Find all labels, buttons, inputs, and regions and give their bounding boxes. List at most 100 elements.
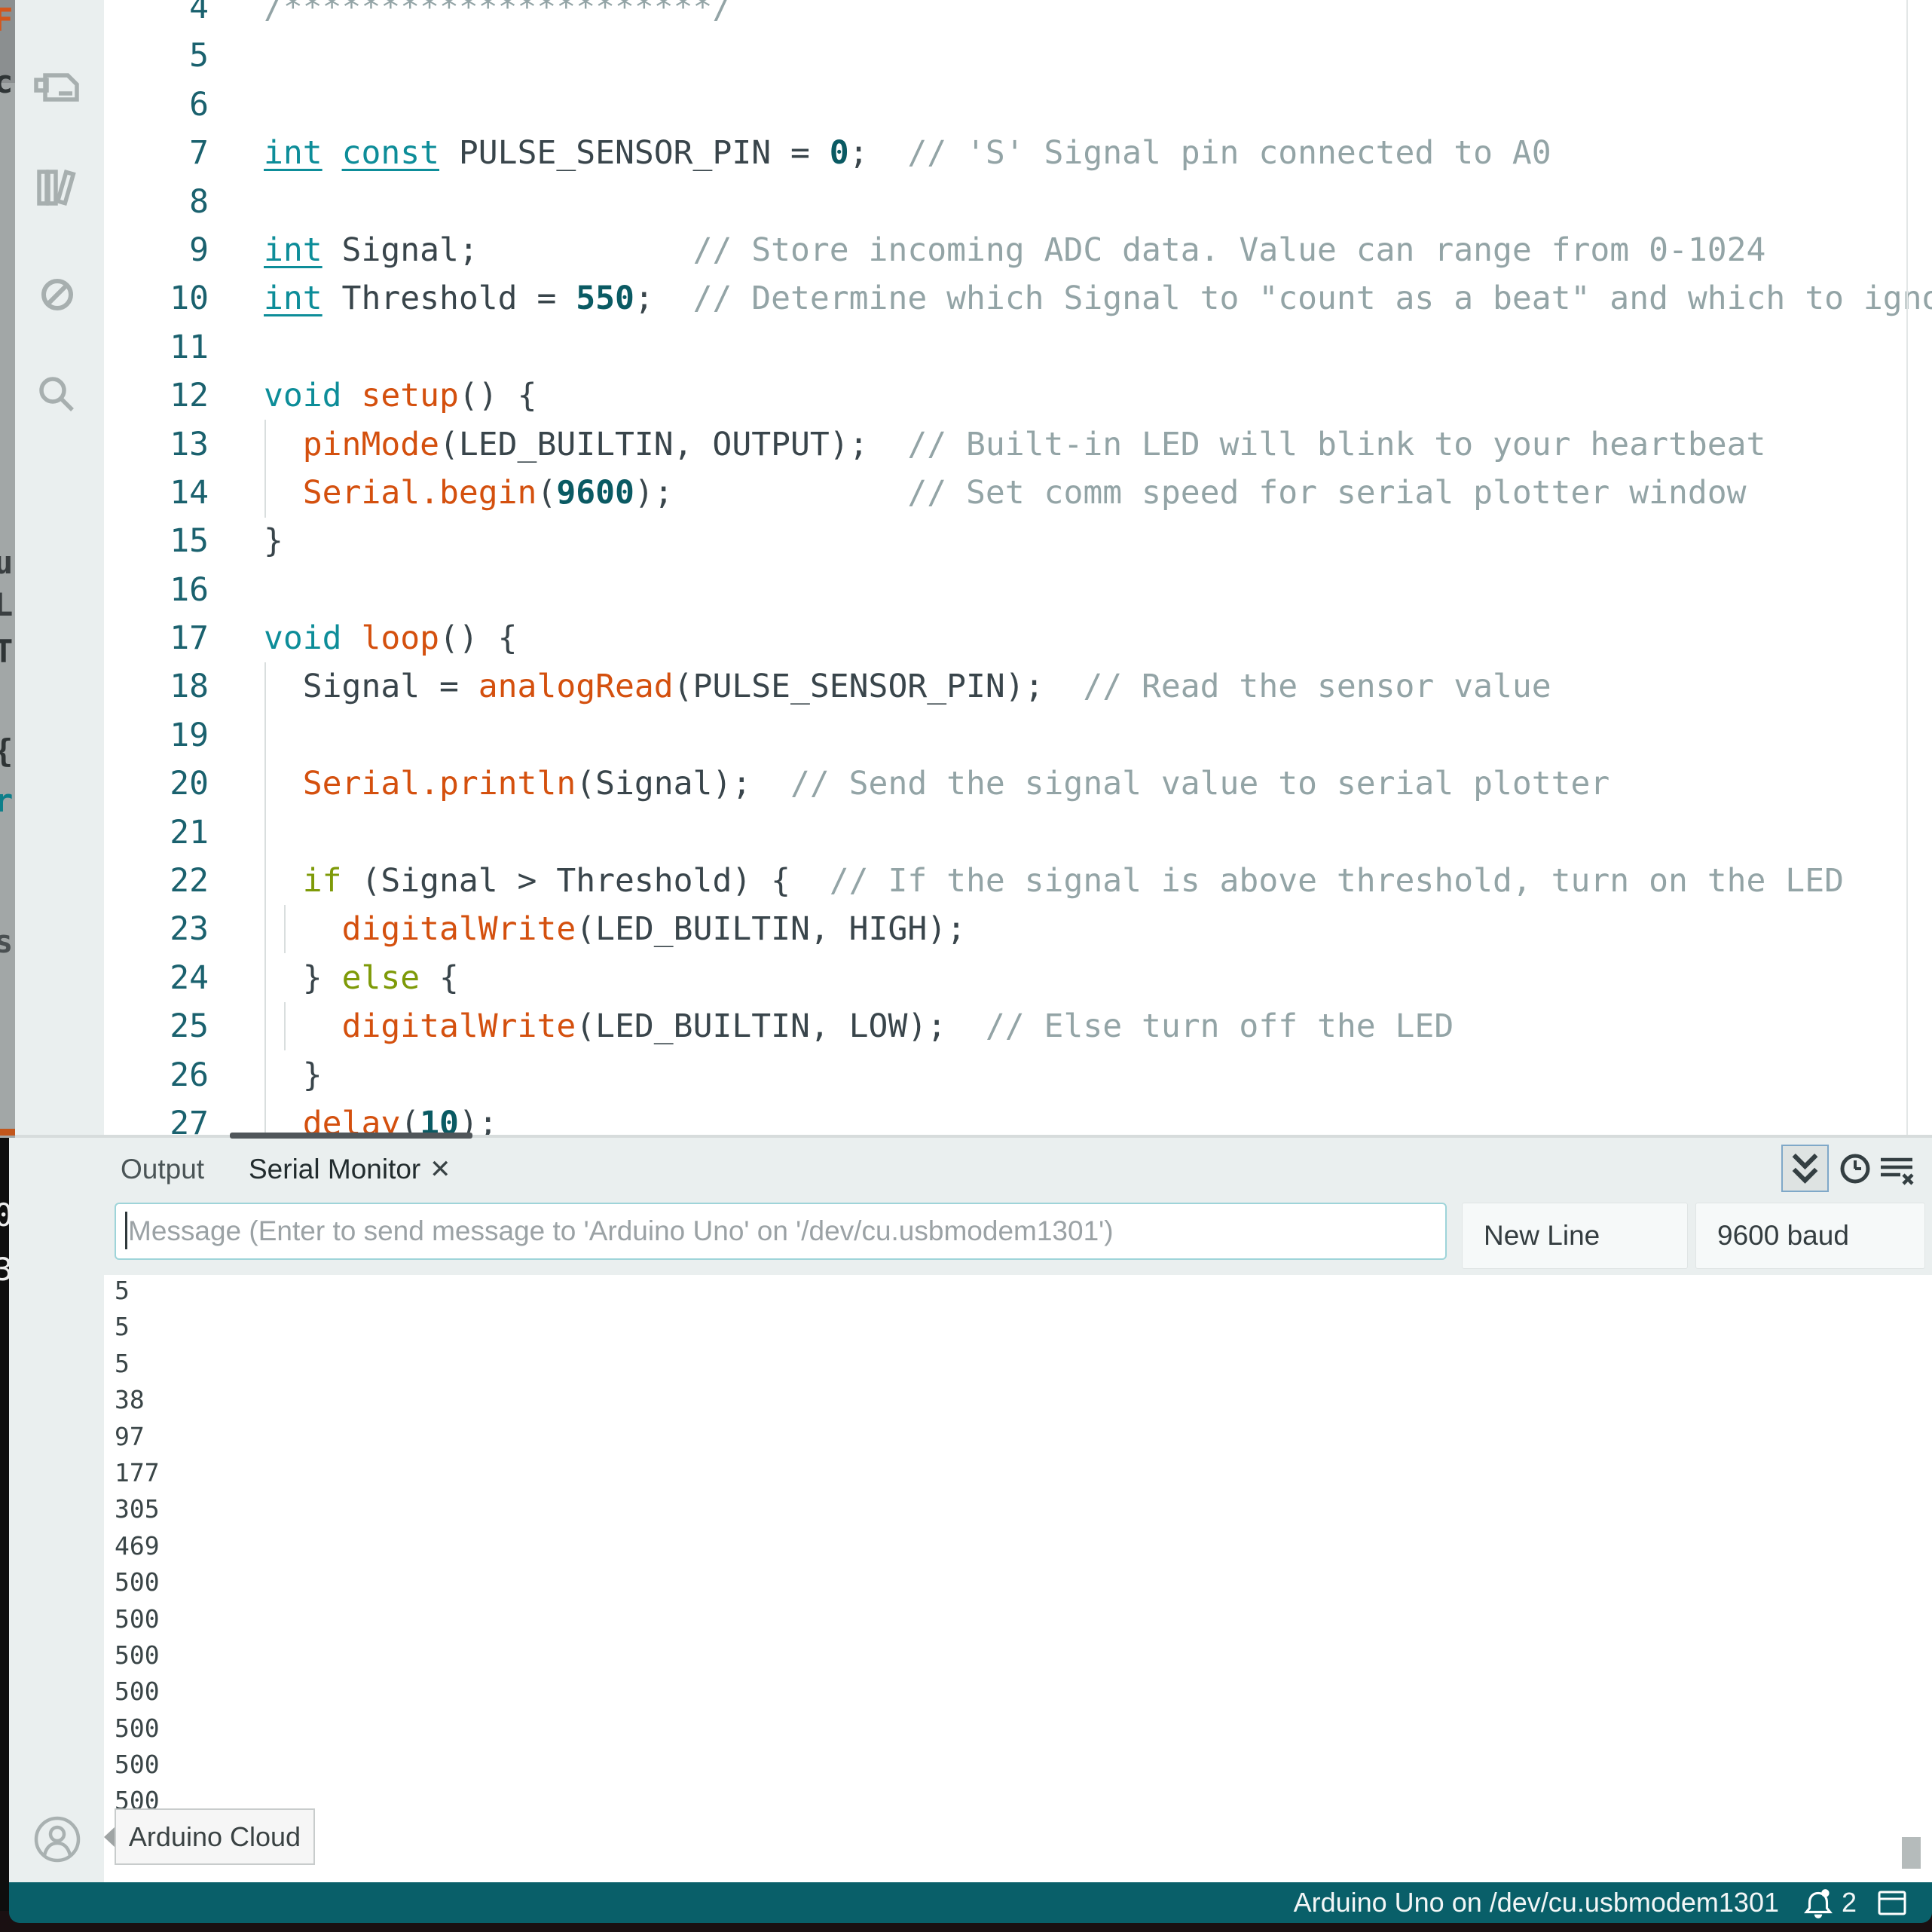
- code-text: Serial.begin(9600); // Set comm speed fo…: [264, 469, 1747, 517]
- code-line[interactable]: 5: [0, 32, 1932, 80]
- activity-sidebar: [9, 0, 104, 1884]
- serial-output-line: 5: [115, 1309, 160, 1345]
- serial-output-line: 305: [115, 1491, 160, 1527]
- code-line[interactable]: 25 digitalWrite(LED_BUILTIN, LOW); // El…: [0, 1002, 1932, 1050]
- screen-edge-glyph: {: [0, 732, 13, 769]
- code-text: }: [264, 517, 283, 565]
- toggle-autoscroll-button[interactable]: [1781, 1145, 1829, 1192]
- indent-guide: [264, 420, 266, 518]
- output-scrollbar-thumb[interactable]: [1902, 1837, 1921, 1869]
- screen-edge-glyph: 0: [0, 1197, 9, 1233]
- code-line[interactable]: 26 }: [0, 1051, 1932, 1099]
- editor-scrollbar-track[interactable]: [1906, 0, 1908, 1135]
- code-text: int const PULSE_SENSOR_PIN = 0; // 'S' S…: [264, 129, 1551, 177]
- code-line[interactable]: 24 } else {: [0, 954, 1932, 1002]
- code-line[interactable]: 4/**********************/: [0, 0, 1932, 32]
- code-line[interactable]: 7int const PULSE_SENSOR_PIN = 0; // 'S' …: [0, 129, 1932, 177]
- code-text: }: [264, 1051, 323, 1099]
- account-button[interactable]: [32, 1814, 82, 1864]
- code-line[interactable]: 19: [0, 711, 1932, 760]
- library-manager-icon[interactable]: [29, 160, 86, 217]
- screen-edge-artifact: FcuLT{rs: [0, 0, 15, 1138]
- serial-output-area[interactable]: 5553897177305469500500500500500500500500: [104, 1275, 1932, 1884]
- code-line[interactable]: 10int Threshold = 550; // Determine whic…: [0, 274, 1932, 323]
- code-text: digitalWrite(LED_BUILTIN, LOW); // Else …: [264, 1002, 1454, 1050]
- code-text: pinMode(LED_BUILTIN, OUTPUT); // Built-i…: [264, 420, 1765, 469]
- clock-icon: [1837, 1151, 1873, 1187]
- debug-icon[interactable]: [29, 266, 86, 323]
- notification-count[interactable]: 2: [1842, 1882, 1857, 1923]
- tab-serial-monitor[interactable]: Serial Monitor: [249, 1153, 420, 1186]
- screen-edge-glyph: F: [0, 2, 13, 38]
- indent-guide: [284, 905, 286, 953]
- code-line[interactable]: 27 delay(10);: [0, 1099, 1932, 1135]
- code-line[interactable]: 17void loop() {: [0, 614, 1932, 662]
- boards-manager-icon[interactable]: [29, 57, 86, 115]
- screen-edge-glyph: s: [0, 923, 13, 960]
- screen-edge-glyph: L: [0, 586, 13, 623]
- screen-edge-artifact-bottom: 03: [0, 1138, 9, 1932]
- line-ending-select[interactable]: New Line: [1462, 1203, 1688, 1269]
- serial-output-line: 500: [115, 1747, 160, 1783]
- code-line[interactable]: 14 Serial.begin(9600); // Set comm speed…: [0, 469, 1932, 517]
- arduino-cloud-tooltip: Arduino Cloud: [115, 1808, 315, 1865]
- code-text: void setup() {: [264, 371, 536, 420]
- panel-layout-icon: [1876, 1888, 1908, 1918]
- board-port-status[interactable]: Arduino Uno on /dev/cu.usbmodem1301: [1294, 1882, 1779, 1923]
- code-text: /**********************/: [264, 0, 732, 32]
- code-text: if (Signal > Threshold) { // If the sign…: [264, 857, 1844, 905]
- code-text: Serial.println(Signal); // Send the sign…: [264, 760, 1609, 808]
- serial-output-line: 500: [115, 1637, 160, 1674]
- clear-output-icon: [1878, 1152, 1917, 1191]
- serial-output-line: 5: [115, 1346, 160, 1382]
- code-line[interactable]: 20 Serial.println(Signal); // Send the s…: [0, 760, 1932, 808]
- code-text: void loop() {: [264, 614, 518, 662]
- code-line[interactable]: 15}: [0, 517, 1932, 565]
- code-line[interactable]: 21: [0, 809, 1932, 857]
- status-bar: Arduino Uno on /dev/cu.usbmodem1301 2: [9, 1882, 1932, 1923]
- code-line[interactable]: 6: [0, 81, 1932, 129]
- code-line[interactable]: 23 digitalWrite(LED_BUILTIN, HIGH);: [0, 905, 1932, 953]
- code-line[interactable]: 12void setup() {: [0, 371, 1932, 420]
- serial-output-line: 97: [115, 1419, 160, 1455]
- screen-edge-glyph: u: [0, 544, 13, 581]
- toggle-panel-button[interactable]: [1876, 1888, 1908, 1918]
- toggle-timestamp-button[interactable]: [1837, 1151, 1873, 1191]
- code-text: digitalWrite(LED_BUILTIN, HIGH);: [264, 905, 966, 953]
- indent-guide: [264, 662, 266, 1135]
- double-chevron-down-icon: [1783, 1146, 1827, 1191]
- code-line[interactable]: 8: [0, 178, 1932, 226]
- serial-output-line: 469: [115, 1528, 160, 1564]
- notifications-button[interactable]: [1801, 1886, 1836, 1921]
- code-text: int Signal; // Store incoming ADC data. …: [264, 226, 1765, 274]
- serial-output-line: 5: [115, 1275, 160, 1309]
- code-text: } else {: [264, 954, 459, 1002]
- code-editor[interactable]: 4/**********************/567int const PU…: [0, 0, 1932, 1135]
- code-line[interactable]: 22 if (Signal > Threshold) { // If the s…: [0, 857, 1932, 905]
- line-ending-value: New Line: [1484, 1220, 1600, 1252]
- clear-output-button[interactable]: [1878, 1152, 1917, 1195]
- code-line[interactable]: 16: [0, 566, 1932, 614]
- serial-output-line: 177: [115, 1455, 160, 1491]
- code-line[interactable]: 11: [0, 323, 1932, 371]
- bell-icon: [1801, 1886, 1836, 1921]
- code-text: delay(10);: [264, 1099, 498, 1135]
- close-icon[interactable]: ✕: [430, 1153, 451, 1186]
- serial-message-input[interactable]: [115, 1203, 1447, 1260]
- code-line[interactable]: 9int Signal; // Store incoming ADC data.…: [0, 226, 1932, 274]
- code-line[interactable]: 13 pinMode(LED_BUILTIN, OUTPUT); // Buil…: [0, 420, 1932, 469]
- tooltip-label: Arduino Cloud: [129, 1821, 301, 1853]
- code-line[interactable]: 18 Signal = analogRead(PULSE_SENSOR_PIN)…: [0, 662, 1932, 711]
- screen-edge-glyph: c: [0, 63, 13, 100]
- serial-output-line: 500: [115, 1710, 160, 1747]
- horizontal-scrollbar-thumb[interactable]: [230, 1133, 472, 1139]
- screen-edge-glyph: T: [0, 633, 13, 670]
- search-icon[interactable]: [29, 366, 86, 423]
- screen-edge-artifact-accent: [0, 1129, 15, 1136]
- tab-output[interactable]: Output: [121, 1153, 204, 1186]
- baud-rate-select[interactable]: 9600 baud: [1695, 1203, 1925, 1269]
- screen-edge-glyph: 3: [0, 1251, 9, 1288]
- indent-guide: [284, 1002, 286, 1050]
- baud-rate-value: 9600 baud: [1717, 1220, 1849, 1252]
- text-caret: [125, 1212, 127, 1249]
